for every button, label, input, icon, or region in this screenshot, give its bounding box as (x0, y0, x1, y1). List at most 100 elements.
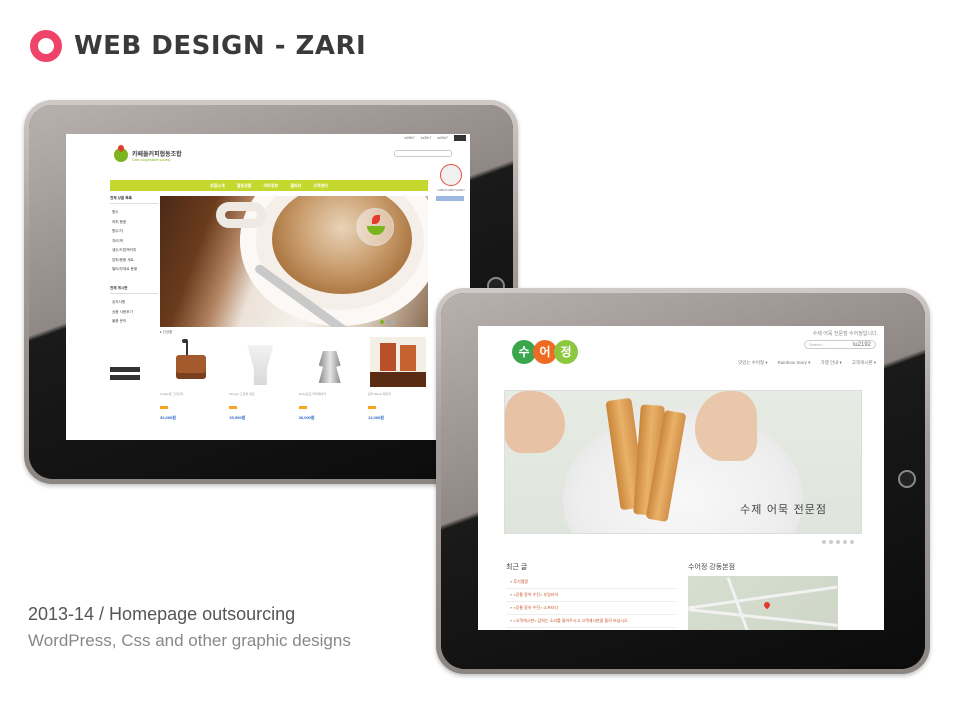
product-name: 원두 Blend 패키지 (367, 392, 392, 396)
page-header: WEB DESIGN - ZARI (30, 28, 366, 64)
slider-dot[interactable] (392, 320, 396, 324)
site2-nav-item[interactable]: 고객게시판 ▾ (852, 360, 876, 366)
cup-logo-icon (114, 148, 128, 162)
slider-dots[interactable] (380, 320, 396, 324)
product-card[interactable]: Moka포트 커피메이커 36,000원 (298, 337, 359, 421)
tablet-frame-fishcake-site: 수제 어묵 전문점 수어정입니다. Search... \u2192 수 어 정… (436, 288, 930, 674)
project-caption: 2013-14 / Homepage outsourcing WordPress… (28, 604, 351, 651)
map-heading: 수어정 강동본점 (688, 564, 736, 571)
map-pin-icon (762, 600, 772, 610)
product-name: Coffee밀 그라인더 (160, 392, 184, 396)
sidebar-item[interactable]: 커피 용품 (112, 220, 158, 225)
coop-stamp-icon (356, 208, 394, 246)
site1-search-input[interactable] (394, 150, 452, 157)
left-hand-image (505, 391, 565, 453)
sidebar-item[interactable]: 물품 문의 (112, 319, 158, 324)
moka-pot-image (318, 351, 341, 383)
slider-dots[interactable] (822, 540, 854, 544)
slider-dot[interactable] (380, 320, 384, 324)
site1-nav-item[interactable]: 고객센터 (313, 183, 328, 189)
location-map[interactable] (688, 576, 838, 630)
rail-text: \u00b7\u00b7\u00b7 (437, 188, 465, 192)
site2-top-note: 수제 어묵 전문점 수어정입니다. (812, 331, 878, 337)
fishcake-site-screen: 수제 어묵 전문점 수어정입니다. Search... \u2192 수 어 정… (478, 326, 884, 630)
sidebar-item[interactable]: 원두/차 (112, 229, 158, 234)
recent-post-link[interactable]: » <강통 몽어 우진> 소프타다 (506, 602, 676, 615)
site2-nav-item[interactable]: Rainbow Story ▾ (778, 360, 811, 366)
right-hand-image (695, 391, 757, 461)
product-card[interactable]: 원두 Blend 패키지 12,000원 (367, 337, 428, 421)
slider-dot[interactable] (850, 540, 854, 544)
slider-dot[interactable] (822, 540, 826, 544)
hero-caption: 수제 어묵 전문점 (740, 503, 827, 516)
product-price: 25,000원 (229, 415, 246, 420)
sale-badge (160, 406, 168, 409)
caption-line-1: 2013-14 / Homepage outsourcing (28, 604, 296, 624)
site1-logo[interactable]: 카페들커피협동조합 Cafe cooperative society (114, 148, 182, 162)
site1-sidebar: 전체 상품 목록 원두 커피 용품 원두/차 차/티백 생두/드립백커피 덤퍼/… (110, 194, 158, 383)
store-location: 수어정 강동본점 (688, 562, 844, 630)
sidebar-item[interactable]: 생두/드립백커피 (112, 248, 158, 253)
recent-post-link[interactable]: » <강통 몽어 우진> 부일라이 (506, 589, 676, 602)
site2-logo[interactable]: 수 어 정 (512, 340, 578, 364)
coffee-grinder-image (176, 339, 206, 379)
home-button-icon (898, 470, 916, 488)
site1-right-rail: \u00b7\u00b7\u00b7 (436, 164, 466, 201)
sale-badge (367, 406, 376, 409)
product-list: Coffee밀 그라인더 32,000원 Dripper 드립퍼 세트 25,0… (160, 337, 428, 421)
recent-posts: 최근 글 » 후기탭알 » <강통 몽어 우진> 부일라이 » <강통 몽어 우… (506, 562, 676, 628)
product-price: 12,000원 (367, 415, 384, 420)
slider-dot[interactable] (386, 320, 390, 324)
sidebar-item[interactable]: 차/티백 (112, 239, 158, 244)
site1-nav-item[interactable]: 협동상품 (237, 183, 252, 189)
product-price: 36,000원 (298, 415, 315, 420)
product-card[interactable]: Coffee밀 그라인더 32,000원 (160, 337, 220, 421)
sidebar-item[interactable]: 덤퍼/용품 세트 (112, 258, 158, 263)
sidebar-button[interactable] (110, 366, 140, 372)
circle-logo-icon (30, 30, 62, 62)
recent-posts-heading: 최근 글 (506, 564, 528, 571)
recent-post-link[interactable]: » <고객게시판> 감하는 소리를 들어주시고 고객게시판을 올려 보십시오. (506, 615, 676, 628)
sale-badge (298, 406, 307, 409)
sidebar-button[interactable] (110, 374, 140, 380)
slider-dot[interactable] (829, 540, 833, 544)
site1-logo-sub: Cafe cooperative society (132, 157, 171, 162)
sidebar-item[interactable]: 원두 (112, 210, 158, 215)
logo-char: 정 (554, 340, 578, 364)
dripper-image (247, 345, 274, 385)
site2-nav-item[interactable]: 맛있는 수어정 ▾ (738, 360, 768, 366)
slider-dot[interactable] (836, 540, 840, 544)
coffee-site-screen: \u00b7 \u00b7 \u00b7 카페들커피협동조합 Cafe cooper… (66, 134, 470, 440)
site1-nav: 조합소개 협동상품 커피정보 갤러리 고객센터 (110, 180, 428, 191)
sidebar-item[interactable]: 공지사항 (112, 300, 158, 305)
rail-button[interactable] (436, 196, 464, 201)
page-title: WEB DESIGN - ZARI (74, 31, 367, 61)
sidebar-item[interactable]: 필터/부재료 용품 (112, 267, 158, 272)
product-name: Moka포트 커피메이커 (298, 392, 327, 396)
site2-hero-image: 수제 어묵 전문점 (504, 390, 862, 534)
cup-handle-image (216, 202, 266, 228)
site1-topbar: \u00b7 \u00b7 \u00b7 (66, 134, 470, 142)
sidebar-item[interactable]: 상품 사용후기 (112, 310, 158, 315)
site2-nav-item[interactable]: 가맹 안내 ▾ (820, 360, 841, 366)
coffee-beans-image (369, 337, 426, 387)
seal-badge-icon (440, 164, 462, 186)
product-name: Dripper 드립퍼 세트 (229, 392, 255, 396)
sidebar-heading: 전체 상품 목록 (110, 196, 158, 204)
sidebar-heading: 전체 게시판 (110, 286, 158, 294)
sale-badge (229, 406, 238, 409)
product-price: 32,000원 (160, 415, 176, 420)
arrow-right-icon[interactable]: \u2192 (853, 341, 871, 349)
site2-nav: 맛있는 수어정 ▾ Rainbow Story ▾ 가맹 안내 ▾ 고객게시판 … (738, 360, 876, 366)
site1-nav-item[interactable]: 갤러리 (290, 183, 301, 189)
site1-nav-item[interactable]: 커피정보 (263, 183, 278, 189)
product-card[interactable]: Dripper 드립퍼 세트 25,000원 (229, 337, 289, 421)
site1-nav-item[interactable]: 조합소개 (210, 183, 225, 189)
slider-dot[interactable] (843, 540, 847, 544)
site2-search-input[interactable]: Search... \u2192 (804, 340, 876, 349)
recent-post-link[interactable]: » 후기탭알 (506, 576, 676, 589)
site1-hero-image (160, 196, 428, 327)
search-placeholder: Search... (809, 342, 826, 347)
site1-logo-name: 카페들커피협동조합 (132, 151, 182, 158)
new-products-label: ▸ 신상품 (160, 330, 173, 334)
